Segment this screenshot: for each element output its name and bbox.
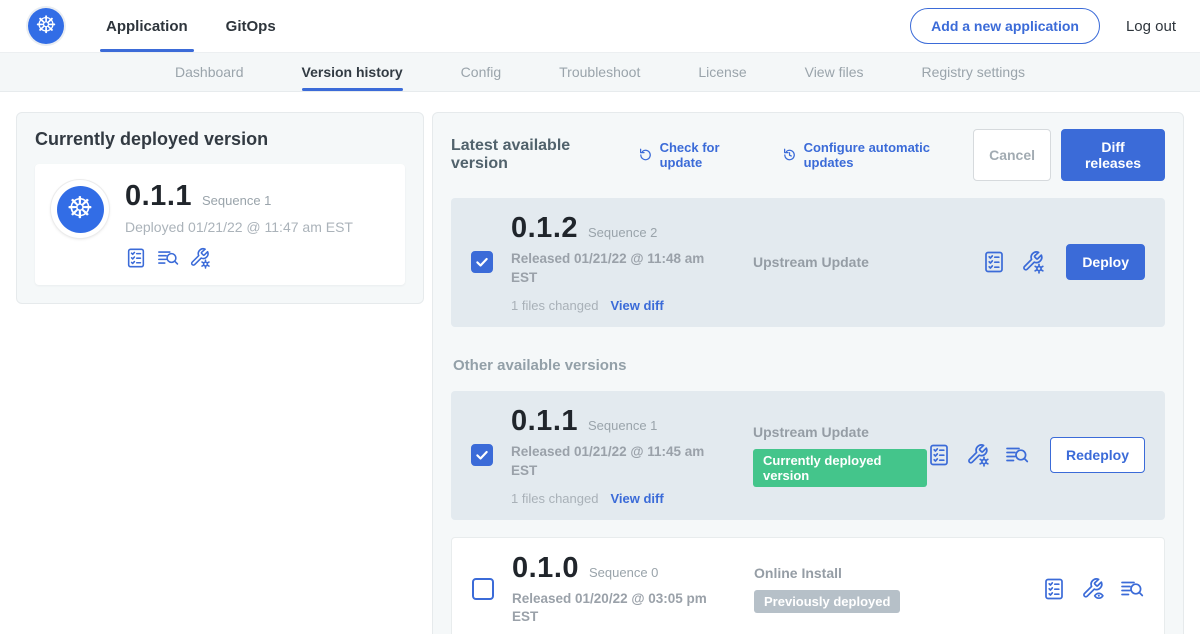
app-logo-ring: ☸ <box>51 180 109 238</box>
version-checkbox-0-1-2[interactable] <box>471 251 493 273</box>
version-source: Upstream Update Currently deployed versi… <box>743 424 927 487</box>
deployed-version-box: ☸ 0.1.1 Sequence 1 Deployed 01/21/22 @ 1… <box>35 164 405 285</box>
version-info: 0.1.0 Sequence 0 Released 01/20/22 @ 03:… <box>512 552 744 628</box>
previously-deployed-badge: Previously deployed <box>754 590 900 613</box>
currently-deployed-title: Currently deployed version <box>35 129 405 150</box>
version-actions: Redeploy <box>927 437 1145 473</box>
version-number: 0.1.2 <box>511 212 578 245</box>
released-timestamp: Released 01/20/22 @ 03:05 pm EST <box>512 590 712 628</box>
checkmark-icon <box>474 447 490 463</box>
preflight-checklist-icon[interactable] <box>927 443 951 467</box>
view-diff-files-icon[interactable] <box>1120 577 1144 601</box>
currently-deployed-badge: Currently deployed version <box>753 449 927 487</box>
deployed-version-info: 0.1.1 Sequence 1 Deployed 01/21/22 @ 11:… <box>125 180 353 269</box>
clock-refresh-icon <box>782 147 797 163</box>
tab-gitops[interactable]: GitOps <box>226 0 276 52</box>
available-versions-card: Latest available version Check for updat… <box>432 112 1184 634</box>
version-source: Online Install Previously deployed <box>744 565 1042 613</box>
kubernetes-app-icon: ☸ <box>57 186 104 233</box>
version-checkbox-0-1-0[interactable] <box>472 578 494 600</box>
config-wrench-gear-icon[interactable] <box>966 443 990 467</box>
preflight-checklist-icon[interactable] <box>982 250 1006 274</box>
available-versions-header: Latest available version Check for updat… <box>451 129 1165 181</box>
config-wrench-gear-icon[interactable] <box>1021 250 1045 274</box>
version-row-0-1-1: 0.1.1 Sequence 1 Released 01/21/22 @ 11:… <box>451 391 1165 520</box>
subnav-license[interactable]: License <box>698 53 746 91</box>
deployed-sequence: Sequence 1 <box>202 193 271 208</box>
kubernetes-logo-icon[interactable]: ☸ <box>28 8 64 44</box>
view-diff-link[interactable]: View diff <box>610 491 663 506</box>
files-changed-label: 1 files changed <box>511 298 598 313</box>
version-row-0-1-2: 0.1.2 Sequence 2 Released 01/21/22 @ 11:… <box>451 198 1165 327</box>
check-for-update-link[interactable]: Check for update <box>638 140 760 170</box>
diff-releases-button[interactable]: Diff releases <box>1061 129 1165 181</box>
subnav-config[interactable]: Config <box>461 53 501 91</box>
sequence-label: Sequence 1 <box>588 418 657 433</box>
released-timestamp: Released 01/21/22 @ 11:48 am EST <box>511 250 711 288</box>
subnav-registry-settings[interactable]: Registry settings <box>922 53 1025 91</box>
version-number: 0.1.1 <box>511 405 578 438</box>
logout-link[interactable]: Log out <box>1126 18 1176 35</box>
version-row-0-1-0: 0.1.0 Sequence 0 Released 01/20/22 @ 03:… <box>451 537 1165 634</box>
refresh-icon <box>638 147 653 163</box>
version-info: 0.1.1 Sequence 1 Released 01/21/22 @ 11:… <box>511 405 743 506</box>
app-nav-tabs: Application GitOps <box>106 0 276 52</box>
version-actions <box>1042 577 1144 601</box>
subnav-view-files[interactable]: View files <box>805 53 864 91</box>
currently-deployed-card: Currently deployed version ☸ 0.1.1 Seque… <box>16 112 424 304</box>
released-timestamp: Released 01/21/22 @ 11:45 am EST <box>511 443 711 481</box>
config-wrench-eye-icon[interactable] <box>1081 577 1105 601</box>
version-info: 0.1.2 Sequence 2 Released 01/21/22 @ 11:… <box>511 212 743 313</box>
deployed-version-number: 0.1.1 <box>125 180 192 213</box>
view-diff-link[interactable]: View diff <box>610 298 663 313</box>
subnav-version-history[interactable]: Version history <box>302 53 403 91</box>
sequence-label: Sequence 0 <box>589 565 658 580</box>
version-checkbox-0-1-1[interactable] <box>471 444 493 466</box>
configure-automatic-updates-link[interactable]: Configure automatic updates <box>782 140 974 170</box>
subnav-dashboard[interactable]: Dashboard <box>175 53 244 91</box>
preflight-checklist-icon[interactable] <box>125 247 147 269</box>
checkmark-icon <box>474 254 490 270</box>
view-diff-files-icon[interactable] <box>157 247 179 269</box>
deployed-timestamp: Deployed 01/21/22 @ 11:47 am EST <box>125 219 353 235</box>
subnav-troubleshoot[interactable]: Troubleshoot <box>559 53 640 91</box>
other-available-versions-title: Other available versions <box>453 357 1165 374</box>
sequence-label: Sequence 2 <box>588 225 657 240</box>
redeploy-button[interactable]: Redeploy <box>1050 437 1145 473</box>
tab-application[interactable]: Application <box>106 0 188 52</box>
add-new-application-button[interactable]: Add a new application <box>910 8 1100 44</box>
cancel-button[interactable]: Cancel <box>973 129 1051 181</box>
main-content: Currently deployed version ☸ 0.1.1 Seque… <box>0 92 1200 634</box>
app-subnav: Dashboard Version history Config Trouble… <box>0 52 1200 92</box>
header-actions: Add a new application Log out <box>910 8 1176 44</box>
top-navbar: ☸ Application GitOps Add a new applicati… <box>0 0 1200 52</box>
files-changed-label: 1 files changed <box>511 491 598 506</box>
version-source: Upstream Update <box>743 254 982 270</box>
config-wrench-gear-icon[interactable] <box>189 247 211 269</box>
deploy-button[interactable]: Deploy <box>1066 244 1145 280</box>
version-number: 0.1.0 <box>512 552 579 585</box>
version-actions: Deploy <box>982 244 1145 280</box>
latest-available-title: Latest available version <box>451 137 622 173</box>
view-diff-files-icon[interactable] <box>1005 443 1029 467</box>
preflight-checklist-icon[interactable] <box>1042 577 1066 601</box>
